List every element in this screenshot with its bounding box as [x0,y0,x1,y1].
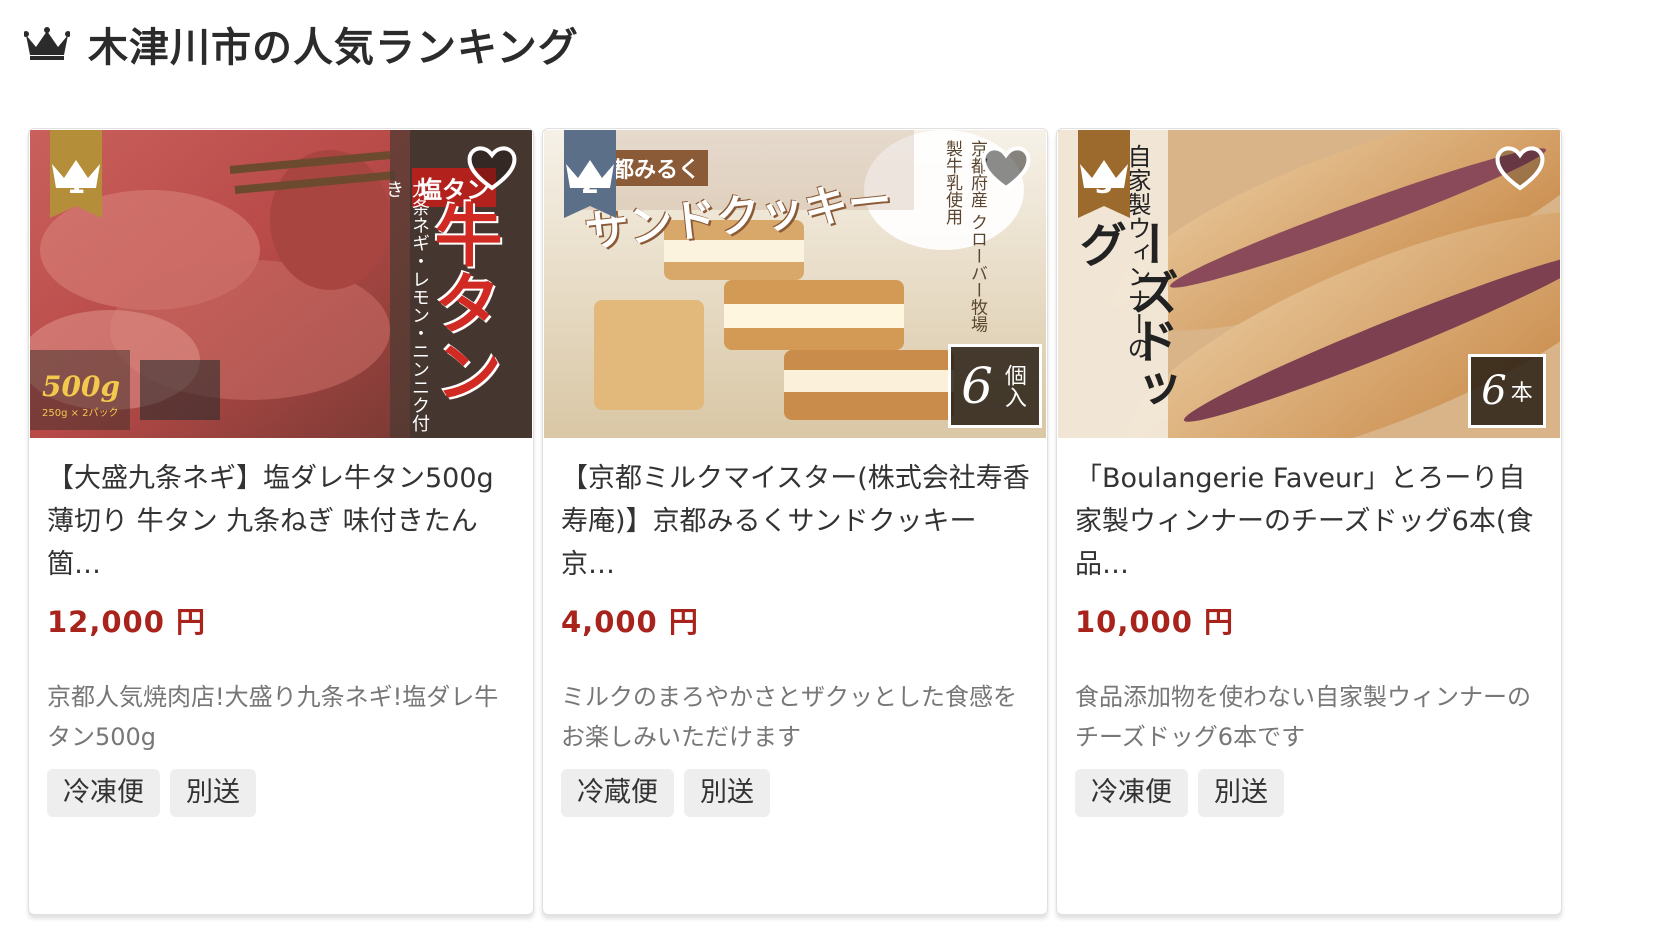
shipping-tags: 冷凍便 別送 [47,769,256,817]
image-weight-note: 250g × 2パック [42,408,119,419]
tag-separate-delivery: 別送 [1198,769,1284,817]
tag-shipping-method: 冷蔵便 [561,769,674,817]
product-title[interactable]: 「Boulangerie Faveur」とろーり自家製ウィンナーのチーズドッグ6… [1075,457,1545,586]
shipping-tags: 冷凍便 別送 [1075,769,1284,817]
quantity-unit: 個入 [1000,364,1026,408]
product-description: 食品添加物を使わない自家製ウィンナーのチーズドッグ6本です [1075,683,1531,751]
image-weight: 500g [42,370,121,403]
product-title[interactable]: 【京都ミルクマイスター(株式会社寿香寿庵)】京都みるくサンドクッキー 京… [561,457,1031,586]
ranking-card-1[interactable]: 塩タン 牛タン 九条ネギ・レモン・ニンニク付き 500g 250g × 2パック… [28,128,534,915]
favorite-heart-icon[interactable] [980,144,1032,192]
ranking-card-2[interactable]: 都みるく サンドクッキー 京都府産 クローバー牧場製牛乳使用 2 6 個入 【京… [542,128,1048,915]
ranking-card-3[interactable]: 自家製ウィンナーの ーズドッグ 3 6 本 「Boulangerie Faveu… [1056,128,1562,915]
image-heading-small: 都みるく [604,150,709,186]
tag-separate-delivery: 別送 [684,769,770,817]
product-description: ミルクのまろやかさとザクッとした食感をお楽しみいただけます [561,683,1017,751]
image-vertical-text: 九条ネギ・レモン・ニンニク付き [383,180,430,432]
tag-separate-delivery: 別送 [170,769,256,817]
rank-badge: 1 [50,130,102,218]
image-heading-big: 牛タン [422,200,502,404]
rank-number: 1 [66,170,86,200]
favorite-heart-icon[interactable] [1494,144,1546,192]
section-title: 木津川市の人気ランキング [88,25,579,71]
quantity-unit: 本 [1510,381,1533,406]
ranking-header: 木津川市の人気ランキング [24,14,579,74]
favorite-heart-icon[interactable] [466,144,518,192]
shipping-tags: 冷蔵便 別送 [561,769,770,817]
product-description: 京都人気焼肉店!大盛り九条ネギ!塩ダレ牛タン500g [47,683,499,751]
product-price: 12,000 円 [47,605,207,639]
product-image-2[interactable]: 都みるく サンドクッキー 京都府産 クローバー牧場製牛乳使用 2 6 個入 [544,130,1046,438]
rank-number: 2 [580,170,600,200]
image-vertical-big: ーズドッグ [1070,220,1178,412]
rank-number: 3 [1094,170,1114,200]
quantity-number: 6 [1481,368,1507,414]
quantity-badge: 6 個入 [948,344,1042,428]
crown-icon [24,27,70,60]
quantity-number: 6 [961,357,993,415]
tag-shipping-method: 冷凍便 [1075,769,1188,817]
product-image-1[interactable]: 塩タン 牛タン 九条ネギ・レモン・ニンニク付き 500g 250g × 2パック… [30,130,532,438]
product-title[interactable]: 【大盛九条ネギ】塩ダレ牛タン500g 薄切り 牛タン 九条ねぎ 味付きたん 箇… [47,457,517,586]
tag-shipping-method: 冷凍便 [47,769,160,817]
product-price: 10,000 円 [1075,605,1235,639]
product-image-3[interactable]: 自家製ウィンナーの ーズドッグ 3 6 本 [1058,130,1560,438]
quantity-badge: 6 本 [1468,354,1546,428]
ranking-card-list: 塩タン 牛タン 九条ネギ・レモン・ニンニク付き 500g 250g × 2パック… [28,128,1628,918]
rank-badge: 3 [1078,130,1130,218]
rank-badge: 2 [564,130,616,218]
product-price: 4,000 円 [561,605,699,639]
